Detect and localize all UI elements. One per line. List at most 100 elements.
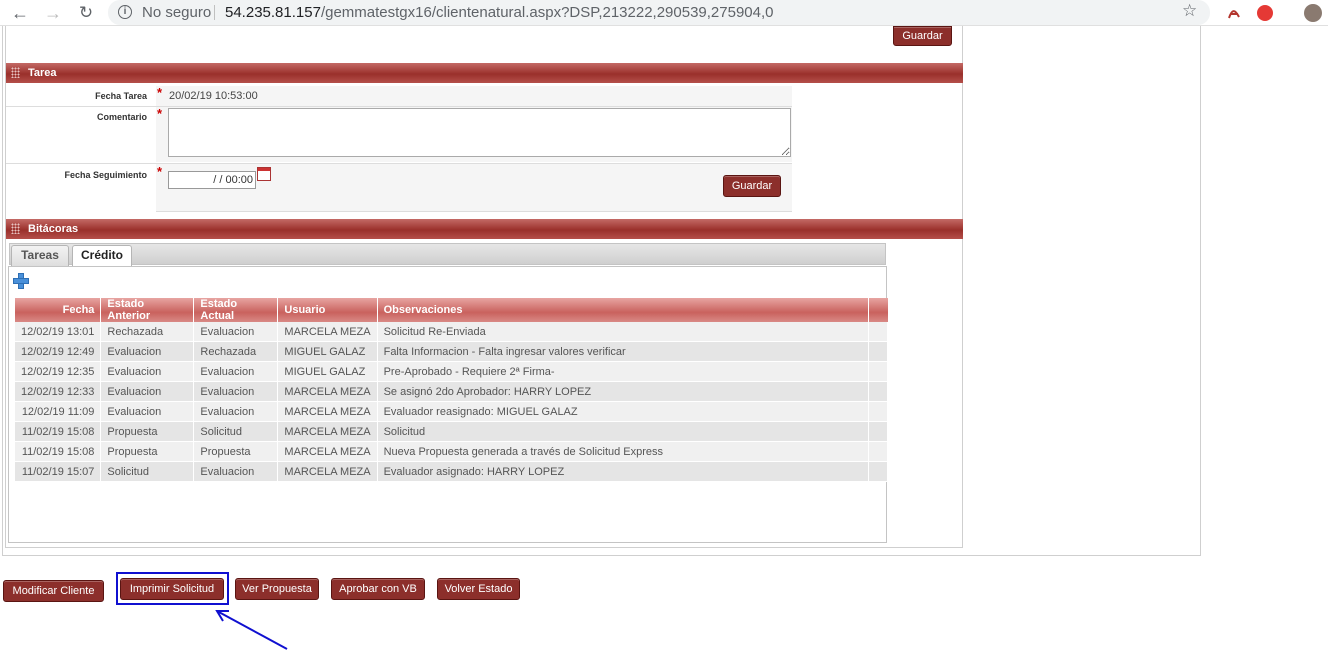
divider — [156, 211, 792, 212]
cell-estado-actual: Solicitud — [194, 422, 279, 442]
cell-estado-actual: Rechazada — [194, 342, 279, 362]
required-mark: * — [157, 106, 163, 121]
cell-estado-actual: Evaluacion — [194, 362, 279, 382]
extension-badge-icon[interactable] — [1257, 5, 1273, 21]
required-mark: * — [157, 164, 163, 179]
cell-usuario: MARCELA MEZA — [278, 322, 378, 342]
reload-icon[interactable]: ↻ — [75, 2, 97, 24]
cell-extra — [868, 322, 888, 342]
tab-tareas[interactable]: Tareas — [11, 245, 69, 266]
cell-fecha: 12/02/19 11:09 — [15, 402, 102, 422]
url-text[interactable]: 54.235.81.157/gemmatestgx16/clientenatur… — [225, 4, 774, 21]
grip-icon — [11, 223, 20, 234]
cell-usuario: MARCELA MEZA — [278, 402, 378, 422]
bitacoras-section-header: Bitácoras — [6, 219, 963, 239]
col-estado-actual[interactable]: Estado Actual — [194, 298, 279, 322]
address-bar[interactable]: i No seguro 54.235.81.157/gemmatestgx16/… — [108, 0, 1210, 25]
cell-fecha: 12/02/19 13:01 — [15, 322, 102, 342]
cell-estado-actual: Evaluacion — [194, 402, 279, 422]
cell-extra — [868, 462, 888, 482]
cell-fecha: 11/02/19 15:08 — [15, 422, 102, 442]
comentario-label: Comentario — [96, 112, 147, 122]
cell-estado-anterior: Rechazada — [101, 322, 195, 342]
required-mark: * — [157, 85, 163, 100]
table-header-row: Fecha Estado Anterior Estado Actual Usua… — [15, 298, 888, 322]
security-label: No seguro — [142, 4, 212, 21]
cell-estado-actual: Propuesta — [194, 442, 279, 462]
cell-estado-actual: Evaluacion — [194, 382, 279, 402]
cell-observaciones: Evaluador reasignado: MIGUEL GALAZ — [377, 402, 869, 422]
cell-estado-actual: Evaluacion — [194, 462, 279, 482]
url-path: /gemmatestgx16/clientenatural.aspx?DSP,2… — [320, 4, 774, 21]
annotation-arrow-icon — [215, 610, 288, 650]
cell-estado-anterior: Evaluacion — [101, 362, 195, 382]
browser-toolbar: ← → ↻ i No seguro 54.235.81.157/gemmates… — [0, 0, 1328, 26]
tarea-save-button[interactable]: Guardar — [723, 175, 781, 197]
table-row[interactable]: 12/02/19 11:09 Evaluacion Evaluacion MAR… — [15, 402, 888, 422]
add-plus-icon[interactable] — [13, 273, 29, 289]
cell-estado-actual: Evaluacion — [194, 322, 279, 342]
tab-credito[interactable]: Crédito — [72, 245, 132, 266]
tarea-section-header: Tarea — [6, 63, 963, 83]
table-row[interactable]: 11/02/19 15:07 Solicitud Evaluacion MARC… — [15, 462, 888, 482]
table-row[interactable]: 11/02/19 15:08 Propuesta Propuesta MARCE… — [15, 442, 888, 462]
forward-arrow-icon[interactable]: → — [42, 2, 64, 24]
aprobar-vb-button[interactable]: Aprobar con VB — [331, 578, 425, 600]
cell-observaciones: Nueva Propuesta generada a través de Sol… — [377, 442, 869, 462]
table-row[interactable]: 12/02/19 12:33 Evaluacion Evaluacion MAR… — [15, 382, 888, 402]
col-extra — [868, 298, 888, 322]
pdf-extension-icon[interactable] — [1226, 5, 1242, 21]
cell-estado-anterior: Propuesta — [101, 442, 195, 462]
fecha-seguimiento-label: Fecha Seguimiento — [64, 170, 147, 180]
volver-estado-button[interactable]: Volver Estado — [437, 578, 520, 600]
cell-fecha: 11/02/19 15:08 — [15, 442, 102, 462]
calendar-icon[interactable] — [257, 167, 271, 181]
highlight-box — [116, 572, 229, 605]
cell-estado-anterior: Evaluacion — [101, 382, 195, 402]
table-row[interactable]: 12/02/19 12:35 Evaluacion Evaluacion MIG… — [15, 362, 888, 382]
cell-usuario: MIGUEL GALAZ — [278, 342, 378, 362]
cell-usuario: MARCELA MEZA — [278, 382, 378, 402]
cell-extra — [868, 362, 888, 382]
fecha-tarea-value: 20/02/19 10:53:00 — [169, 90, 258, 102]
col-fecha[interactable]: Fecha — [15, 298, 102, 322]
comentario-textarea[interactable] — [168, 108, 791, 157]
cell-fecha: 12/02/19 12:49 — [15, 342, 102, 362]
cell-estado-anterior: Solicitud — [101, 462, 195, 482]
fecha-tarea-label: Fecha Tarea — [95, 91, 147, 101]
info-icon[interactable]: i — [118, 5, 132, 19]
fecha-seguimiento-input[interactable]: / / 00:00 — [168, 171, 256, 189]
cell-observaciones: Evaluador asignado: HARRY LOPEZ — [377, 462, 869, 482]
cell-fecha: 12/02/19 12:35 — [15, 362, 102, 382]
table-row[interactable]: 12/02/19 13:01 Rechazada Evaluacion MARC… — [15, 322, 888, 342]
grip-icon — [11, 67, 20, 78]
table-body: 12/02/19 13:01 Rechazada Evaluacion MARC… — [15, 322, 888, 482]
col-observaciones[interactable]: Observaciones — [377, 298, 869, 322]
url-host: 54.235.81.157 — [225, 4, 321, 21]
cell-estado-anterior: Propuesta — [101, 422, 195, 442]
cell-usuario: MIGUEL GALAZ — [278, 362, 378, 382]
ver-propuesta-button[interactable]: Ver Propuesta — [235, 578, 319, 600]
cell-usuario: MARCELA MEZA — [278, 422, 378, 442]
col-usuario[interactable]: Usuario — [278, 298, 378, 322]
modificar-cliente-button[interactable]: Modificar Cliente — [3, 580, 104, 602]
bitacoras-title: Bitácoras — [28, 223, 79, 235]
table-row[interactable]: 11/02/19 15:08 Propuesta Solicitud MARCE… — [15, 422, 888, 442]
tabs-bar — [9, 243, 886, 265]
bitacora-table: Fecha Estado Anterior Estado Actual Usua… — [15, 298, 888, 482]
cell-observaciones: Se asignó 2do Aprobador: HARRY LOPEZ — [377, 382, 869, 402]
cell-estado-anterior: Evaluacion — [101, 342, 195, 362]
cell-estado-anterior: Evaluacion — [101, 402, 195, 422]
top-save-button[interactable]: Guardar — [893, 26, 952, 46]
cell-extra — [868, 442, 888, 462]
profile-avatar[interactable] — [1304, 4, 1322, 22]
cell-usuario: MARCELA MEZA — [278, 442, 378, 462]
table-row[interactable]: 12/02/19 12:49 Evaluacion Rechazada MIGU… — [15, 342, 888, 362]
star-icon[interactable]: ☆ — [1182, 1, 1197, 21]
back-arrow-icon[interactable]: ← — [9, 2, 31, 24]
cell-fecha: 12/02/19 12:33 — [15, 382, 102, 402]
col-estado-anterior[interactable]: Estado Anterior — [101, 298, 195, 322]
url-separator — [214, 5, 215, 20]
cell-extra — [868, 342, 888, 362]
cell-usuario: MARCELA MEZA — [278, 462, 378, 482]
